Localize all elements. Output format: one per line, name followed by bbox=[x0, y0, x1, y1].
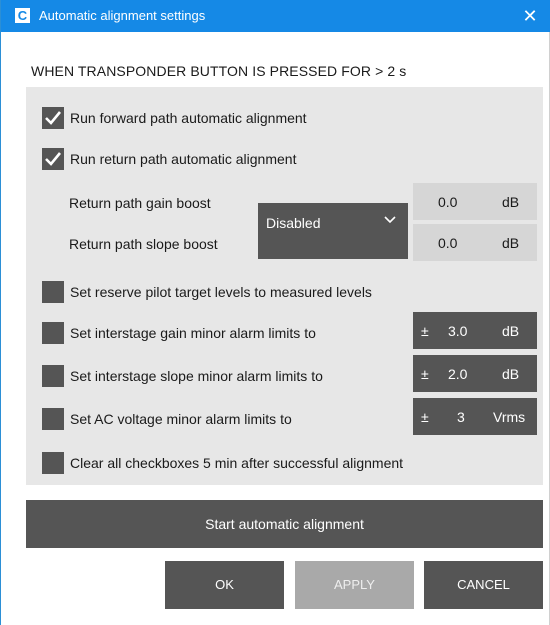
clear-all-row: Clear all checkboxes 5 min after success… bbox=[26, 452, 543, 476]
interstage-gain-label: Set interstage gain minor alarm limits t… bbox=[70, 325, 316, 341]
gain-boost-label: Return path gain boost bbox=[69, 195, 211, 211]
gain-boost-unit: dB bbox=[502, 194, 520, 210]
ac-voltage-limit-value: 3 bbox=[457, 409, 465, 425]
interstage-slope-label: Set interstage slope minor alarm limits … bbox=[70, 368, 323, 384]
interstage-gain-checkbox[interactable] bbox=[42, 322, 64, 344]
ac-voltage-limit-unit: Vrms bbox=[493, 409, 526, 425]
interstage-gain-limit-value: 3.0 bbox=[448, 323, 468, 339]
plus-minus-sign: ± bbox=[421, 366, 429, 382]
clear-all-label: Clear all checkboxes 5 min after success… bbox=[70, 455, 404, 471]
interstage-slope-limit-unit: dB bbox=[502, 366, 520, 382]
slope-boost-label: Return path slope boost bbox=[69, 236, 218, 252]
trigger-condition-heading: WHEN TRANSPONDER BUTTON IS PRESSED FOR >… bbox=[31, 63, 407, 79]
alignment-settings-window: C Automatic alignment settings ✕ WHEN TR… bbox=[0, 0, 550, 625]
title-bar: C Automatic alignment settings ✕ bbox=[1, 0, 550, 32]
return-path-row: Run return path automatic alignment bbox=[26, 148, 543, 172]
boost-mode-dropdown[interactable]: Disabled bbox=[258, 203, 408, 259]
reserve-pilot-checkbox[interactable] bbox=[42, 281, 64, 303]
boost-mode-value: Disabled bbox=[266, 215, 321, 231]
ac-voltage-limit-field[interactable]: ± 3 Vrms bbox=[413, 398, 537, 435]
gain-boost-field: 0.0 dB bbox=[413, 183, 537, 220]
interstage-gain-limit-unit: dB bbox=[502, 323, 520, 339]
plus-minus-sign: ± bbox=[421, 323, 429, 339]
return-path-checkbox[interactable] bbox=[42, 148, 64, 170]
start-alignment-button[interactable]: Start automatic alignment bbox=[26, 500, 543, 548]
reserve-pilot-row: Set reserve pilot target levels to measu… bbox=[26, 281, 543, 305]
ac-voltage-label: Set AC voltage minor alarm limits to bbox=[70, 411, 292, 427]
return-path-label: Run return path automatic alignment bbox=[70, 151, 297, 167]
apply-button[interactable]: APPLY bbox=[295, 561, 414, 609]
gain-boost-value: 0.0 bbox=[438, 194, 458, 210]
checkmark-icon bbox=[45, 111, 62, 125]
forward-path-row: Run forward path automatic alignment bbox=[26, 107, 543, 131]
slope-boost-field: 0.0 dB bbox=[413, 224, 537, 261]
forward-path-label: Run forward path automatic alignment bbox=[70, 110, 307, 126]
slope-boost-unit: dB bbox=[502, 235, 520, 251]
ac-voltage-checkbox[interactable] bbox=[42, 408, 64, 430]
app-logo-icon: C bbox=[15, 8, 30, 23]
interstage-slope-limit-field[interactable]: ± 2.0 dB bbox=[413, 355, 537, 392]
slope-boost-value: 0.0 bbox=[438, 235, 458, 251]
window-title: Automatic alignment settings bbox=[39, 8, 206, 23]
close-icon[interactable]: ✕ bbox=[518, 4, 542, 28]
ok-button[interactable]: OK bbox=[165, 561, 284, 609]
options-panel: Run forward path automatic alignment Run… bbox=[26, 87, 543, 485]
forward-path-checkbox[interactable] bbox=[42, 107, 64, 129]
cancel-button[interactable]: CANCEL bbox=[424, 561, 543, 609]
clear-all-checkbox[interactable] bbox=[42, 452, 64, 474]
interstage-gain-limit-field[interactable]: ± 3.0 dB bbox=[413, 312, 537, 349]
checkmark-icon bbox=[45, 152, 62, 166]
plus-minus-sign: ± bbox=[421, 409, 429, 425]
reserve-pilot-label: Set reserve pilot target levels to measu… bbox=[70, 284, 372, 300]
interstage-slope-limit-value: 2.0 bbox=[448, 366, 468, 382]
interstage-slope-checkbox[interactable] bbox=[42, 365, 64, 387]
chevron-down-icon bbox=[384, 216, 396, 224]
